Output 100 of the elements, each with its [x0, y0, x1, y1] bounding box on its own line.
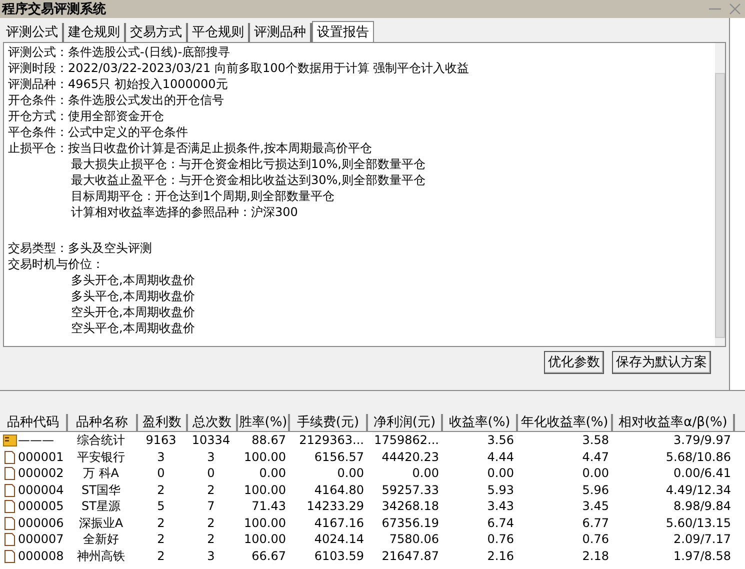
- field-value: 2022/03/22-2023/03/21 向前多取100个数据用于计算 强制平仓计入收益: [68, 62, 470, 74]
- column-header[interactable]: 品种代码: [0, 414, 68, 432]
- detail-text: 最大收益止盈平仓：与开仓资金相比收益达到30%,则全部数量平仓: [70, 174, 426, 186]
- table-cell: 3.56: [487, 434, 514, 446]
- table-cell: 34268.18: [382, 500, 439, 512]
- table-cell: 5.60/13.15: [666, 516, 731, 529]
- field-label: 评测公式：: [8, 46, 68, 58]
- document-icon: [3, 516, 17, 530]
- detail-text: 多头开仓,本周期收盘价: [70, 274, 195, 286]
- table-cell: 5.96: [582, 484, 609, 496]
- splitter-bar[interactable]: [0, 390, 745, 414]
- table-cell: 1.97/8.58: [674, 550, 731, 562]
- table-cell: 8.98/9.84: [674, 500, 731, 512]
- detail-text: 目标周期平仓：开仓达到1个周期,则全部数量平仓: [70, 190, 334, 202]
- detail-text: 计算相对收益率选择的参照品种：沪深300: [70, 206, 298, 218]
- field-value: 条件选股公式发出的开仓信号: [68, 94, 224, 106]
- column-header[interactable]: 收益率(%): [443, 414, 518, 432]
- table-cell: 0.76: [582, 533, 609, 546]
- detail-text: 空头平仓,本周期收盘价: [70, 322, 195, 334]
- table-cell: 1759862...: [374, 434, 439, 446]
- document-icon: [3, 466, 17, 480]
- table-cell: 2129363...: [299, 434, 364, 446]
- field-label: 止损平仓：: [8, 142, 68, 154]
- table-cell: 6.74: [487, 516, 514, 529]
- table-cell: 2: [207, 516, 215, 529]
- table-cell: 3.58: [582, 434, 609, 446]
- table-cell: 100.00: [244, 484, 286, 496]
- column-header[interactable]: 相对收益率α/β(%): [613, 414, 735, 432]
- table-cell: 3.45: [582, 500, 609, 512]
- table-cell: 4.44: [487, 450, 514, 463]
- table-cell: 000004: [18, 484, 64, 496]
- table-cell: 88.67: [252, 434, 286, 446]
- detail-text: 空头开仓,本周期收盘价: [70, 306, 195, 318]
- table-cell: 2: [157, 516, 165, 529]
- table-cell: 6103.59: [314, 550, 364, 562]
- table-cell: 2: [207, 484, 215, 496]
- table-cell: 0.76: [487, 533, 514, 546]
- field-label: 平仓条件：: [8, 126, 68, 138]
- table-cell: 3: [207, 550, 215, 562]
- action-button[interactable]: 优化参数: [544, 351, 604, 374]
- table-cell: 0.00: [259, 467, 286, 480]
- table-cell: 2.09/7.17: [674, 533, 731, 546]
- table-cell: 2: [207, 533, 215, 546]
- detail-text: 最大损失止损平仓：与开仓资金相比亏损达到10%,则全部数量平仓: [70, 158, 426, 170]
- table-cell: 0.00: [582, 467, 609, 480]
- table-cell: 000006: [18, 516, 64, 529]
- column-header[interactable]: 净利润(元): [368, 414, 443, 432]
- action-button[interactable]: 保存为默认方案: [612, 351, 711, 374]
- table-cell: 59257.33: [382, 484, 439, 496]
- field-value: 4965只 初始投入1000000元: [68, 78, 228, 90]
- table-cell: 100.00: [244, 450, 286, 463]
- table-cell: 综合统计: [77, 434, 125, 446]
- column-header[interactable]: 手续费(元): [290, 414, 368, 432]
- column-header[interactable]: 品种名称: [68, 414, 138, 432]
- table-cell: 44420.23: [382, 450, 439, 463]
- table-cell: 深振业A: [78, 516, 124, 529]
- table-cell: 3: [157, 450, 165, 463]
- field-label: 交易时机与价位：: [8, 258, 104, 270]
- field-label: 交易类型：: [8, 242, 68, 254]
- table-cell: 4024.14: [314, 533, 364, 546]
- document-icon: [3, 482, 17, 497]
- table-cell: 0.00/6.41: [674, 467, 731, 480]
- table-cell: 66.67: [252, 550, 286, 562]
- table-cell: 000002: [18, 467, 64, 480]
- table-cell: 100.00: [244, 533, 286, 546]
- table-cell: 4.49/12.34: [666, 484, 731, 496]
- table-cell: 2.16: [487, 550, 514, 562]
- close-icon[interactable]: [729, 3, 741, 15]
- detail-text: 多头平仓,本周期收盘价: [70, 290, 195, 302]
- tab[interactable]: 设置报告: [312, 21, 374, 42]
- table-cell: 4164.80: [314, 484, 364, 496]
- field-value: 公式中定义的平仓条件: [68, 126, 188, 138]
- table-cell: 3: [207, 450, 215, 463]
- table-cell: 10334: [192, 434, 230, 446]
- table-cell: 4167.16: [314, 516, 364, 529]
- table-cell: 全新好: [83, 533, 119, 546]
- table-cell: 000008: [18, 550, 64, 562]
- document-icon: [3, 532, 17, 546]
- column-header[interactable]: 年化收益率(%): [518, 414, 613, 432]
- table-cell: 000007: [18, 533, 64, 546]
- document-icon: [3, 450, 17, 464]
- table-cell: ST国华: [82, 484, 120, 496]
- table-cell: 5.68/10.86: [666, 450, 731, 463]
- column-header[interactable]: 胜率(%): [238, 414, 290, 432]
- table-cell: 21647.87: [382, 550, 439, 562]
- field-value: 按当日收盘价计算是否满足止损条件,按本周期最高价平仓: [68, 142, 372, 154]
- table-cell: 6.77: [582, 516, 609, 529]
- table-cell: 7580.06: [389, 533, 439, 546]
- table-cell: 2: [157, 484, 165, 496]
- window-title: 程序交易评测系统: [0, 2, 106, 16]
- field-value: 条件选股公式-(日线)-底部搜寻: [68, 46, 230, 58]
- table-cell: 万 科A: [82, 467, 120, 480]
- column-header[interactable]: 总次数: [188, 414, 238, 432]
- field-label: 评测品种：: [8, 78, 68, 90]
- field-label: 评测时段：: [8, 62, 68, 74]
- table-cell: 神州高铁: [77, 550, 125, 562]
- table-cell: 000005: [18, 500, 64, 512]
- table-cell: 2: [157, 533, 165, 546]
- field-value: 使用全部资金开仓: [68, 110, 164, 122]
- column-header[interactable]: 盈利数: [138, 414, 188, 432]
